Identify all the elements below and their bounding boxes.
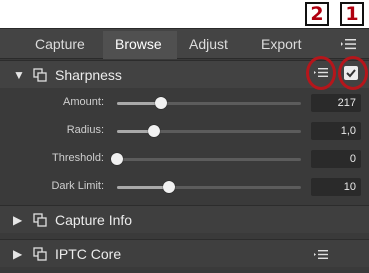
tab-capture[interactable]: Capture [35, 36, 85, 52]
slider-track[interactable] [117, 158, 301, 161]
callout-badge-2: 2 [305, 2, 329, 26]
tool-tab-bar: Capture Browse Adjust Export [0, 29, 369, 59]
slider-knob[interactable] [163, 181, 175, 193]
slider-value-field[interactable]: 217 [311, 94, 361, 112]
presets-menu-icon[interactable] [313, 248, 329, 260]
clone-icon [33, 68, 47, 82]
slider-label: Dark Limit: [51, 180, 104, 192]
slider-row: Threshold: 0 [0, 145, 369, 173]
slider-track[interactable] [117, 130, 301, 133]
slider-value-field[interactable]: 0 [311, 150, 361, 168]
slider-fill [117, 186, 169, 189]
slider-label: Amount: [63, 96, 104, 108]
sharpness-title: Sharpness [55, 67, 122, 83]
callout-badge-1: 1 [340, 2, 364, 26]
slider-label: Radius: [66, 124, 104, 136]
triangle-down-icon[interactable]: ▼ [13, 69, 25, 81]
slider-row: Radius: 1,0 [0, 117, 369, 145]
highlight-circle-presets [306, 56, 336, 90]
clone-icon [33, 247, 47, 261]
clone-icon [33, 213, 47, 227]
slider-track[interactable] [117, 186, 301, 189]
triangle-right-icon[interactable]: ▶ [13, 248, 22, 260]
tab-adjust[interactable]: Adjust [189, 36, 228, 52]
slider-track[interactable] [117, 102, 301, 105]
slider-value-field[interactable]: 10 [311, 178, 361, 196]
iptc-core-title: IPTC Core [55, 246, 122, 262]
triangle-right-icon[interactable]: ▶ [13, 214, 22, 226]
slider-label: Threshold: [52, 152, 104, 164]
slider-value-field[interactable]: 1,0 [311, 122, 361, 140]
tab-menu-icon[interactable] [339, 37, 357, 51]
slider-knob[interactable] [111, 153, 123, 165]
slider-row: Dark Limit: 10 [0, 173, 369, 201]
iptc-core-header[interactable]: ▶ IPTC Core [0, 239, 369, 267]
capture-info-header[interactable]: ▶ Capture Info [0, 205, 369, 233]
slider-knob[interactable] [148, 125, 160, 137]
slider-row: Amount: 217 [0, 89, 369, 117]
capture-info-title: Capture Info [55, 212, 133, 228]
highlight-circle-checkbox [338, 56, 368, 90]
tab-browse[interactable]: Browse [115, 36, 162, 52]
slider-knob[interactable] [155, 97, 167, 109]
tab-export[interactable]: Export [261, 36, 301, 52]
